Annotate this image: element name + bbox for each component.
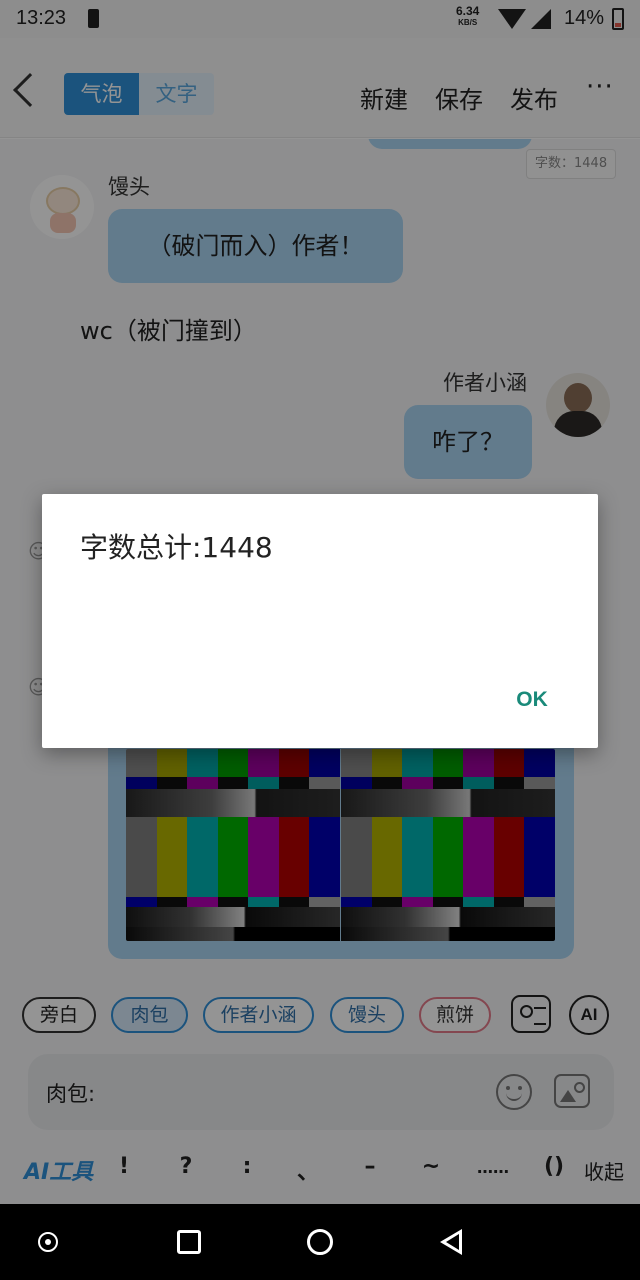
word-count-dialog: 字数总计:1448 OK	[42, 494, 598, 748]
home-icon[interactable]	[307, 1229, 333, 1255]
nav-back-icon[interactable]	[440, 1229, 462, 1255]
dialog-message: 字数总计:1448	[80, 531, 273, 564]
recents-icon[interactable]	[177, 1230, 201, 1254]
ok-button[interactable]: OK	[498, 682, 566, 718]
system-nav-bar	[0, 1204, 640, 1280]
screen-record-icon[interactable]	[38, 1232, 58, 1252]
